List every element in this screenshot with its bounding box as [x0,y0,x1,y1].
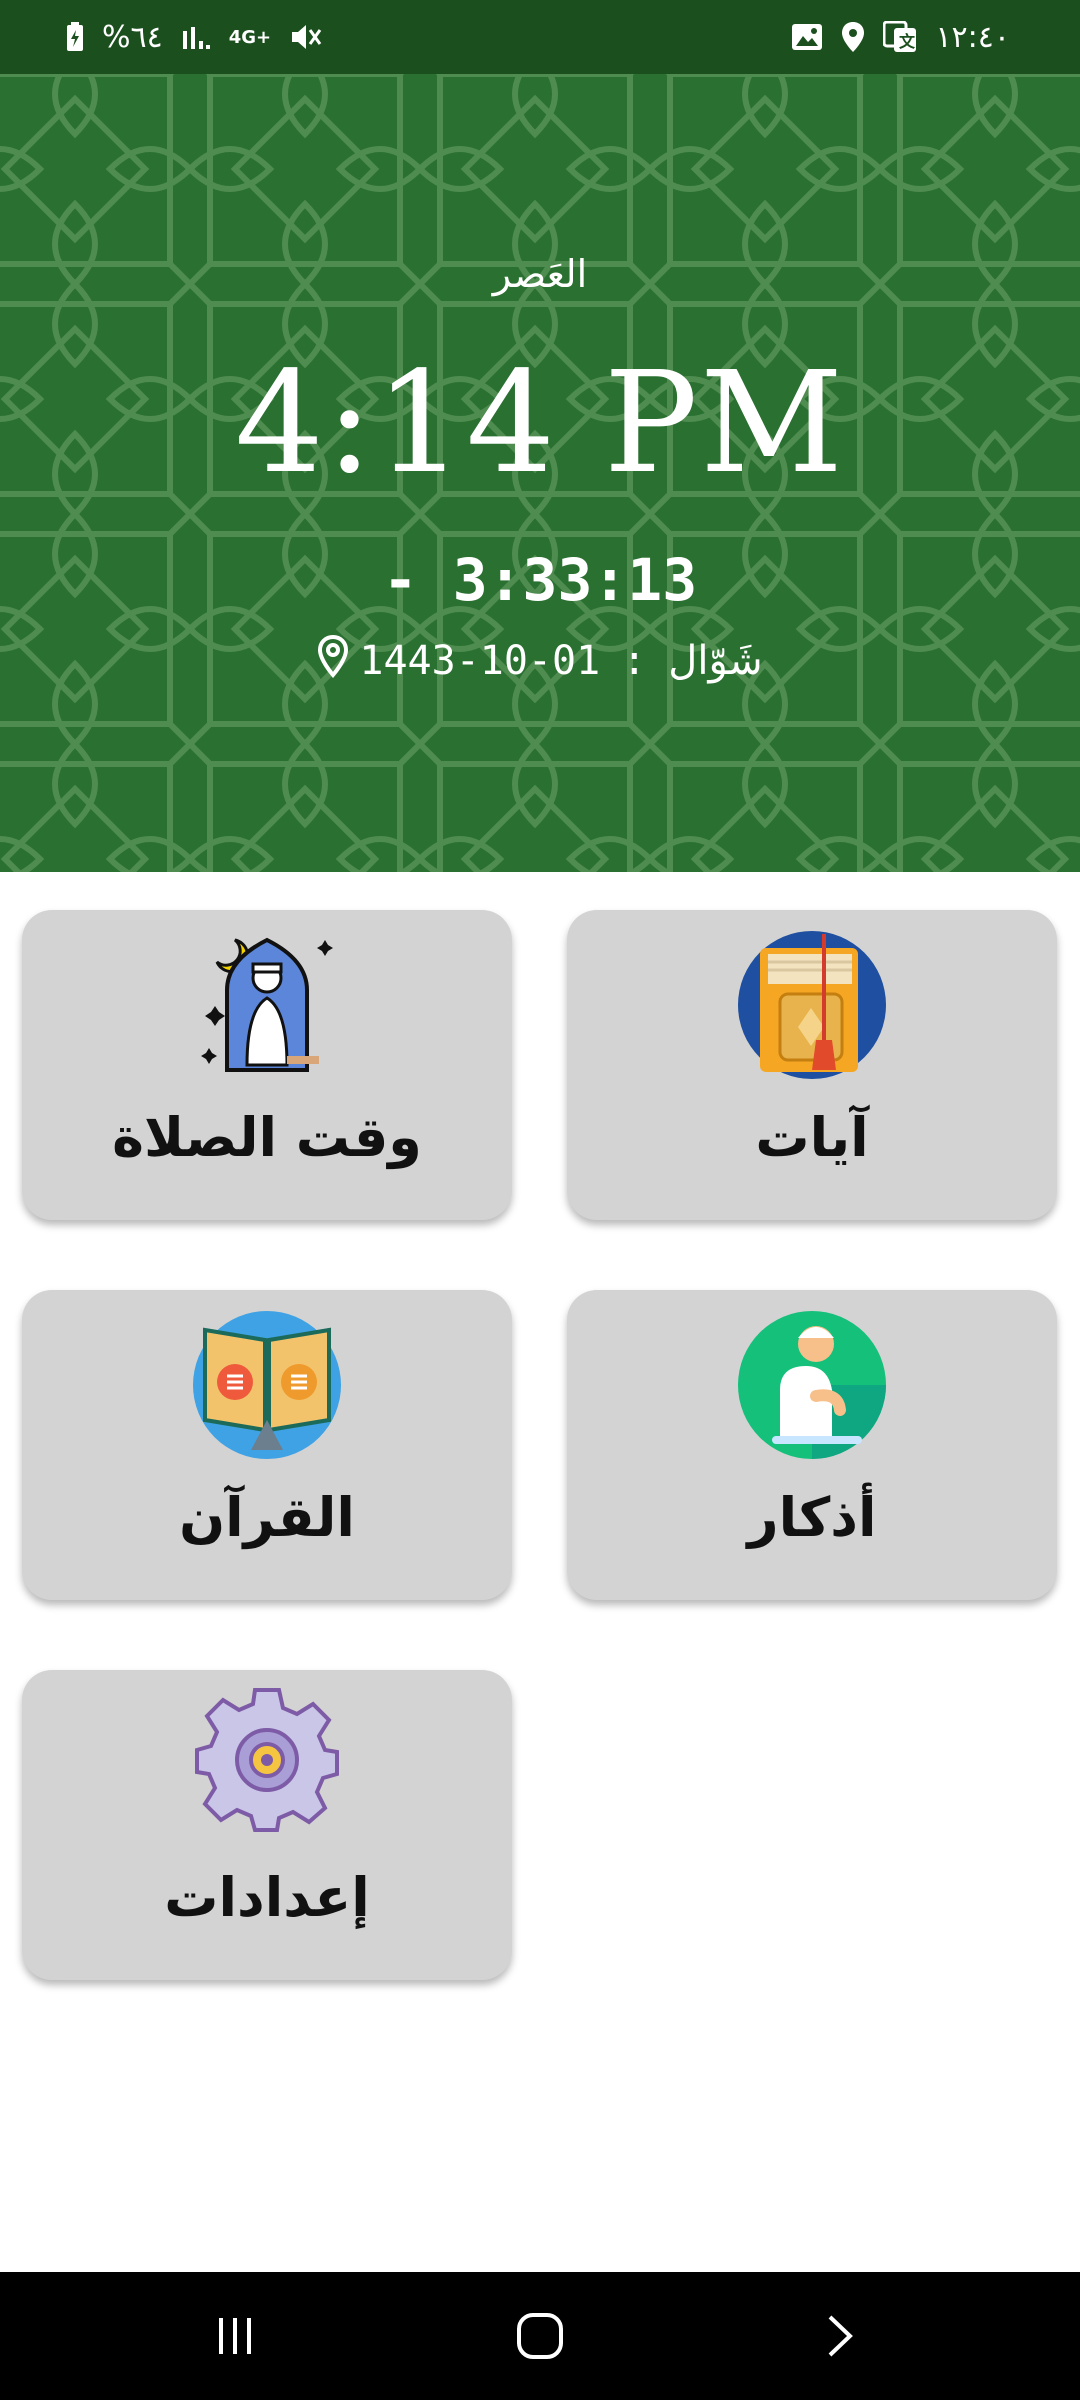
home-icon[interactable] [480,2272,600,2400]
svg-text:文: 文 [899,32,916,51]
book-with-tassel-icon [732,920,892,1084]
location-pin-icon[interactable] [317,634,349,688]
recent-apps-icon[interactable] [175,2272,295,2400]
mute-icon [289,22,323,52]
back-icon[interactable] [780,2272,900,2400]
current-prayer-time: 4:14 PM [234,342,846,505]
prayer-times-label: وقت الصلاة [112,1106,422,1169]
status-left: %٦٤ 4G+ [66,0,323,74]
settings-card[interactable]: إعدادات [22,1670,512,1980]
gallery-icon [791,22,823,52]
ayat-label: آيات [755,1106,869,1169]
location-status-icon [841,21,865,53]
countdown-timer: - 3:33:13 [382,546,698,614]
ayat-card[interactable]: آيات [567,910,1057,1220]
adhkar-label: أذكار [747,1486,877,1549]
battery-percent: %٦٤ [102,19,163,55]
adhkar-card[interactable]: أذكار [567,1290,1057,1600]
status-bar: %٦٤ 4G+ 文 ١٢:٤٠ [0,0,1080,74]
hijri-month: شَوّال [668,638,763,684]
status-right: 文 ١٢:٤٠ [791,0,1010,74]
system-nav-bar [0,2272,1080,2400]
prayer-times-card[interactable]: وقت الصلاة [22,910,512,1220]
praying-person-icon [732,1300,892,1464]
date-separator: : [622,638,647,684]
gear-icon [187,1680,347,1844]
settings-label: إعدادات [164,1866,370,1929]
translate-icon: 文 [883,21,917,53]
open-quran-icon [187,1300,347,1464]
mosque-prayer-icon [187,920,347,1084]
signal-icon [181,23,211,51]
hijri-date-row: 1443-10-01 : شَوّال [0,634,1080,688]
hijri-date: 1443-10-01 [359,638,601,684]
battery-icon [66,22,84,52]
quran-card[interactable]: القرآن [22,1290,512,1600]
prayer-header: العَصر 4:14 PM - 3:33:13 1443-10-01 : شَ… [0,74,1080,872]
quran-label: القرآن [179,1486,355,1549]
current-prayer-name: العَصر [492,252,588,296]
network-type: 4G+ [228,26,272,48]
status-time: ١٢:٤٠ [935,19,1010,55]
